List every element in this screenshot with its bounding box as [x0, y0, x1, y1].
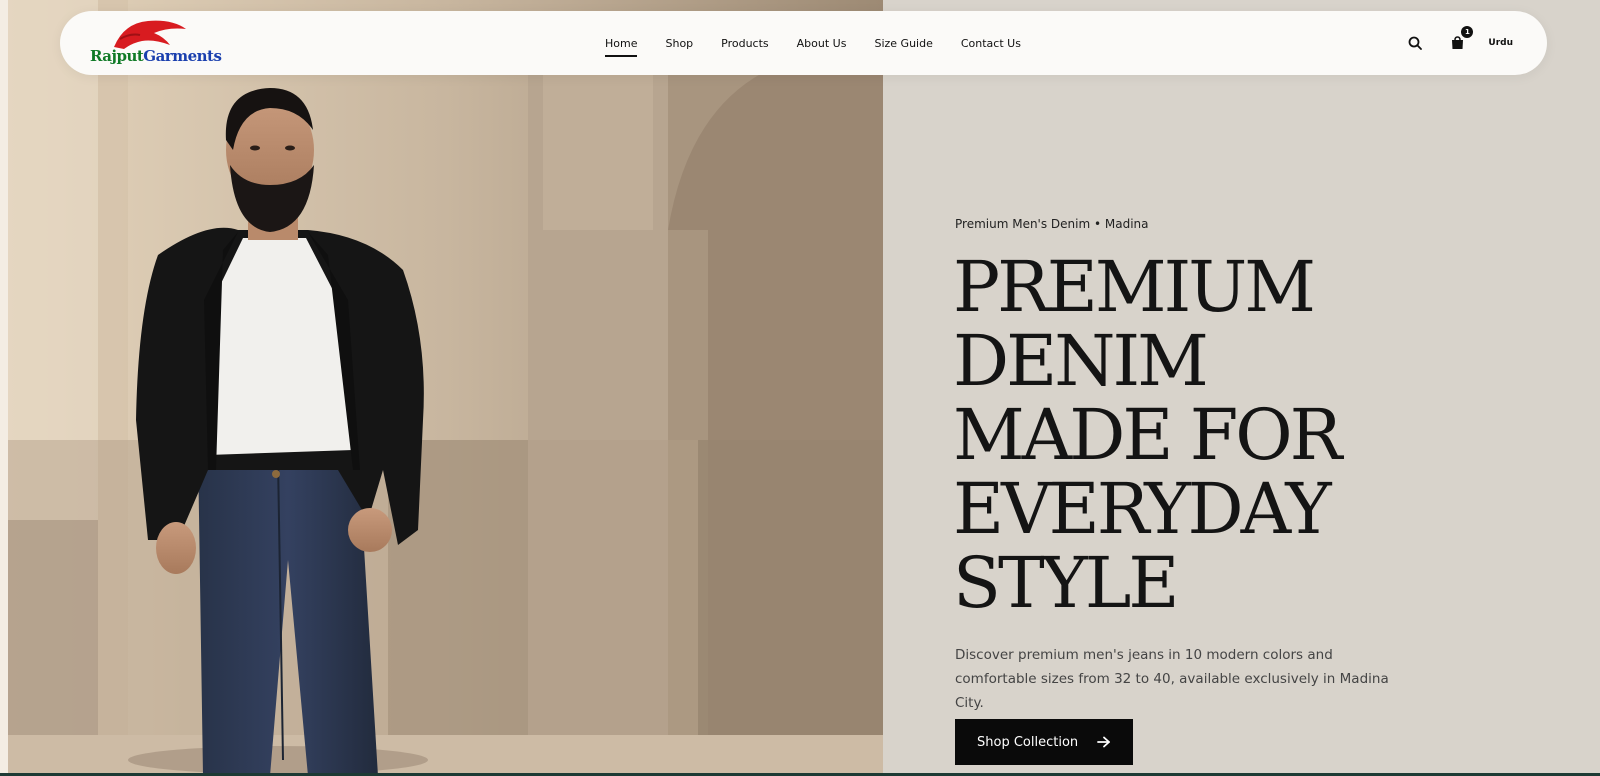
hero-headline: PREMIUM DENIM MADE FOR EVERYDAY STYLE	[953, 250, 1553, 620]
hero-eyebrow: Premium Men's Denim • Madina	[955, 217, 1149, 231]
nav-link-size-guide[interactable]: Size Guide	[874, 33, 932, 54]
nav-link-home[interactable]: Home	[605, 33, 638, 57]
logo-mark-icon	[114, 20, 186, 49]
top-navbar: RajputGarments Home Shop Products About …	[60, 11, 1547, 75]
brand-wordmark: RajputGarments	[90, 47, 222, 65]
language-toggle[interactable]: Urdu	[1488, 38, 1513, 48]
brand-name-part2: Garments	[143, 47, 222, 65]
cart-button[interactable]: 1	[1446, 26, 1474, 54]
headline-line-4: EVERYDAY	[953, 468, 1332, 550]
nav-link-shop[interactable]: Shop	[665, 33, 693, 54]
search-icon	[1408, 36, 1423, 50]
headline-line-2: DENIM	[953, 320, 1209, 402]
headline-line-5: STYLE	[953, 542, 1179, 624]
nav-link-contact-us[interactable]: Contact Us	[961, 33, 1021, 54]
headline-line-1: PREMIUM	[953, 246, 1316, 328]
main-nav: Home Shop Products About Us Size Guide C…	[605, 11, 1049, 75]
nav-link-about-us[interactable]: About Us	[797, 33, 847, 54]
shopping-bag-icon	[1451, 36, 1463, 49]
cart-count-badge: 1	[1461, 26, 1474, 38]
brand-name-part1: Rajput	[90, 47, 144, 65]
hero-image	[8, 0, 883, 776]
headline-line-3: MADE FOR	[953, 394, 1342, 476]
shop-collection-button[interactable]: Shop Collection	[955, 719, 1133, 765]
arrow-right-icon	[1097, 736, 1110, 748]
page-edge	[0, 0, 8, 776]
cta-label: Shop Collection	[977, 734, 1079, 750]
brand-logo[interactable]: RajputGarments	[90, 17, 222, 69]
nav-actions: 1 Urdu	[1404, 11, 1513, 75]
search-button[interactable]	[1404, 32, 1426, 54]
nav-link-products[interactable]: Products	[721, 33, 769, 54]
hero-description: Discover premium men's jeans in 10 moder…	[955, 647, 1389, 711]
